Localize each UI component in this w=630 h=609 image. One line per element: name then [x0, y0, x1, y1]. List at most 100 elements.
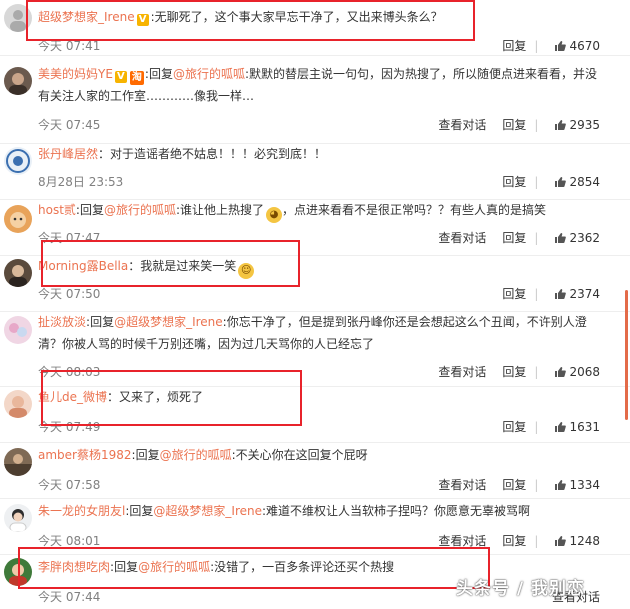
comment-username[interactable]: 扯淡放淡	[38, 315, 86, 329]
like-button[interactable]: 1334	[554, 478, 600, 492]
thumbs-up-icon	[555, 422, 567, 432]
thumbs-up-icon	[555, 536, 567, 546]
comment-time: 今天 07:44	[38, 590, 101, 604]
like-count: 2935	[569, 118, 600, 132]
watermark: 头条号 / 我别恋	[456, 579, 586, 599]
like-button[interactable]: 2068	[554, 365, 600, 379]
like-button[interactable]: 2854	[554, 175, 600, 189]
reply-button[interactable]: 回复	[502, 39, 526, 53]
reply-button[interactable]: 回复	[502, 420, 526, 434]
reply-prefix: 回复	[129, 504, 154, 518]
avatar[interactable]	[4, 316, 32, 344]
like-button[interactable]: 1631	[554, 420, 600, 434]
reply-mention[interactable]: @旅行的呱呱	[104, 203, 176, 217]
view-thread-link[interactable]: 查看对话	[438, 365, 486, 379]
reply-prefix: 回复	[90, 315, 115, 329]
avatar[interactable]	[4, 504, 32, 532]
divider: |	[534, 534, 539, 548]
reply-mention[interactable]: @超级梦想家_Irene	[153, 504, 262, 518]
comment-actions: 查看对话 回复 | 2935	[422, 116, 600, 133]
avatar[interactable]	[4, 147, 32, 175]
reply-button[interactable]: 回复	[502, 478, 526, 492]
like-button[interactable]: 1248	[554, 534, 600, 548]
like-count: 2068	[569, 365, 600, 379]
like-count: 2362	[569, 231, 600, 245]
avatar[interactable]	[4, 67, 32, 95]
divider: |	[534, 175, 539, 189]
reply-button[interactable]: 回复	[502, 287, 526, 301]
comment-text: 朱一龙的女朋友l:回复@超级梦想家_Irene:难道不维权让人当软柿子捏吗？你愿…	[38, 504, 531, 518]
divider: |	[534, 287, 539, 301]
comment-content-continued: ，点进来看看不是很正常吗？？有些人真的是搞笑	[282, 203, 547, 217]
comment-username[interactable]: host贰	[38, 203, 76, 217]
avatar[interactable]	[4, 390, 32, 418]
comment-content: ：对于造谣者绝不姑息！！！必究到底！！	[98, 147, 327, 161]
thumbs-up-icon	[555, 480, 567, 490]
comment-item: amber蔡杨1982:回复@旅行的呱呱:不关心你在这回复个屁呀 今天 07:5…	[0, 442, 630, 499]
divider: |	[534, 39, 539, 53]
comment-actions: 查看对话 回复 | 2362	[422, 229, 600, 246]
divider: |	[534, 118, 539, 132]
avatar[interactable]	[4, 259, 32, 287]
highlight-box	[18, 547, 490, 589]
divider: |	[534, 231, 539, 245]
avatar[interactable]	[4, 448, 32, 476]
comment-username[interactable]: 美美的妈妈YE	[38, 67, 113, 81]
reply-button[interactable]: 回复	[502, 365, 526, 379]
like-button[interactable]: 2362	[554, 231, 600, 245]
comment-time: 今天 07:58	[38, 478, 101, 492]
comment-time: 今天 07:45	[38, 118, 101, 132]
thumbs-up-icon	[555, 120, 567, 130]
like-count: 4670	[569, 39, 600, 53]
like-button[interactable]: 4670	[554, 39, 600, 53]
like-count: 1248	[569, 534, 600, 548]
reply-button[interactable]: 回复	[502, 175, 526, 189]
comment-username[interactable]: 张丹峰居然	[38, 147, 98, 161]
comment-text: 美美的妈妈YE V 淘:回复@旅行的呱呱:默默的替层主说一句句，因为热搜了，所以随便…	[38, 67, 598, 103]
avatar[interactable]	[4, 205, 32, 233]
comment-actions: 查看对话 回复 | 1334	[422, 476, 600, 493]
reply-button[interactable]: 回复	[502, 534, 526, 548]
reply-mention[interactable]: @超级梦想家_Irene	[114, 315, 223, 329]
like-button[interactable]: 2935	[554, 118, 600, 132]
verified-badge-icon: V	[114, 71, 127, 83]
comment-actions: 回复 | 1631	[486, 418, 600, 435]
taobao-badge-icon: 淘	[129, 71, 144, 85]
like-count: 2854	[569, 175, 600, 189]
divider: |	[534, 478, 539, 492]
comment-username[interactable]: 朱一龙的女朋友l	[38, 504, 125, 518]
view-thread-link[interactable]: 查看对话	[438, 478, 486, 492]
comment-time: 8月28日 23:53	[38, 175, 124, 189]
divider: |	[534, 365, 539, 379]
comment-content: :难道不维权让人当软柿子捏吗？你愿意无辜被骂啊	[262, 504, 531, 518]
comment-text: 扯淡放淡:回复@超级梦想家_Irene:你忘干净了，但是提到张丹峰你还是会想起这…	[38, 315, 587, 351]
like-count: 2374	[569, 287, 600, 301]
comment-content: :谁让他上热搜了	[175, 203, 265, 217]
reply-mention[interactable]: @旅行的呱呱	[173, 67, 245, 81]
thumbs-up-icon	[555, 289, 567, 299]
comment-actions: 查看对话 回复 | 2068	[422, 363, 600, 380]
reply-button[interactable]: 回复	[502, 118, 526, 132]
like-count: 1631	[569, 420, 600, 434]
thumbs-up-icon	[555, 177, 567, 187]
comment-item: 张丹峰居然：对于造谣者绝不姑息！！！必究到底！！ 8月28日 23:53 回复 |…	[0, 143, 630, 200]
scrollbar[interactable]	[625, 290, 628, 420]
reply-mention[interactable]: @旅行的呱呱	[160, 448, 232, 462]
comment-username[interactable]: amber蔡杨1982	[38, 448, 132, 462]
reply-prefix: 回复	[148, 67, 173, 81]
highlight-box	[41, 240, 300, 287]
reply-prefix: 回复	[79, 203, 104, 217]
reply-button[interactable]: 回复	[502, 231, 526, 245]
comment-text: host贰:回复@旅行的呱呱:谁让他上热搜了 ◕ ，点进来看看不是很正常吗？？有些人…	[38, 199, 600, 223]
view-thread-link[interactable]: 查看对话	[438, 534, 486, 548]
view-thread-link[interactable]: 查看对话	[438, 231, 486, 245]
highlight-box	[26, 0, 475, 41]
thumbs-up-icon	[555, 41, 567, 51]
dog-emoji-icon: ◕	[266, 207, 283, 223]
like-button[interactable]: 2374	[554, 287, 600, 301]
like-count: 1334	[569, 478, 600, 492]
comment-actions: 回复 | 4670	[486, 37, 600, 54]
thumbs-up-icon	[555, 233, 567, 243]
view-thread-link[interactable]: 查看对话	[438, 118, 486, 132]
comment-time: 今天 07:50	[38, 287, 101, 301]
